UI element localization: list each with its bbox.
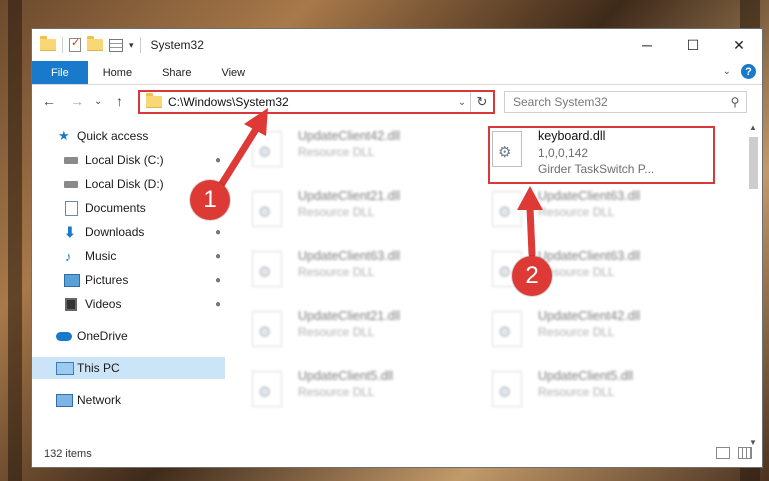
step-badge-2: 2 <box>512 256 552 296</box>
step-badge-1: 1 <box>190 180 230 220</box>
annotation-arrows <box>214 108 543 258</box>
arrow-1 <box>214 108 268 194</box>
arrow-2 <box>517 186 543 258</box>
